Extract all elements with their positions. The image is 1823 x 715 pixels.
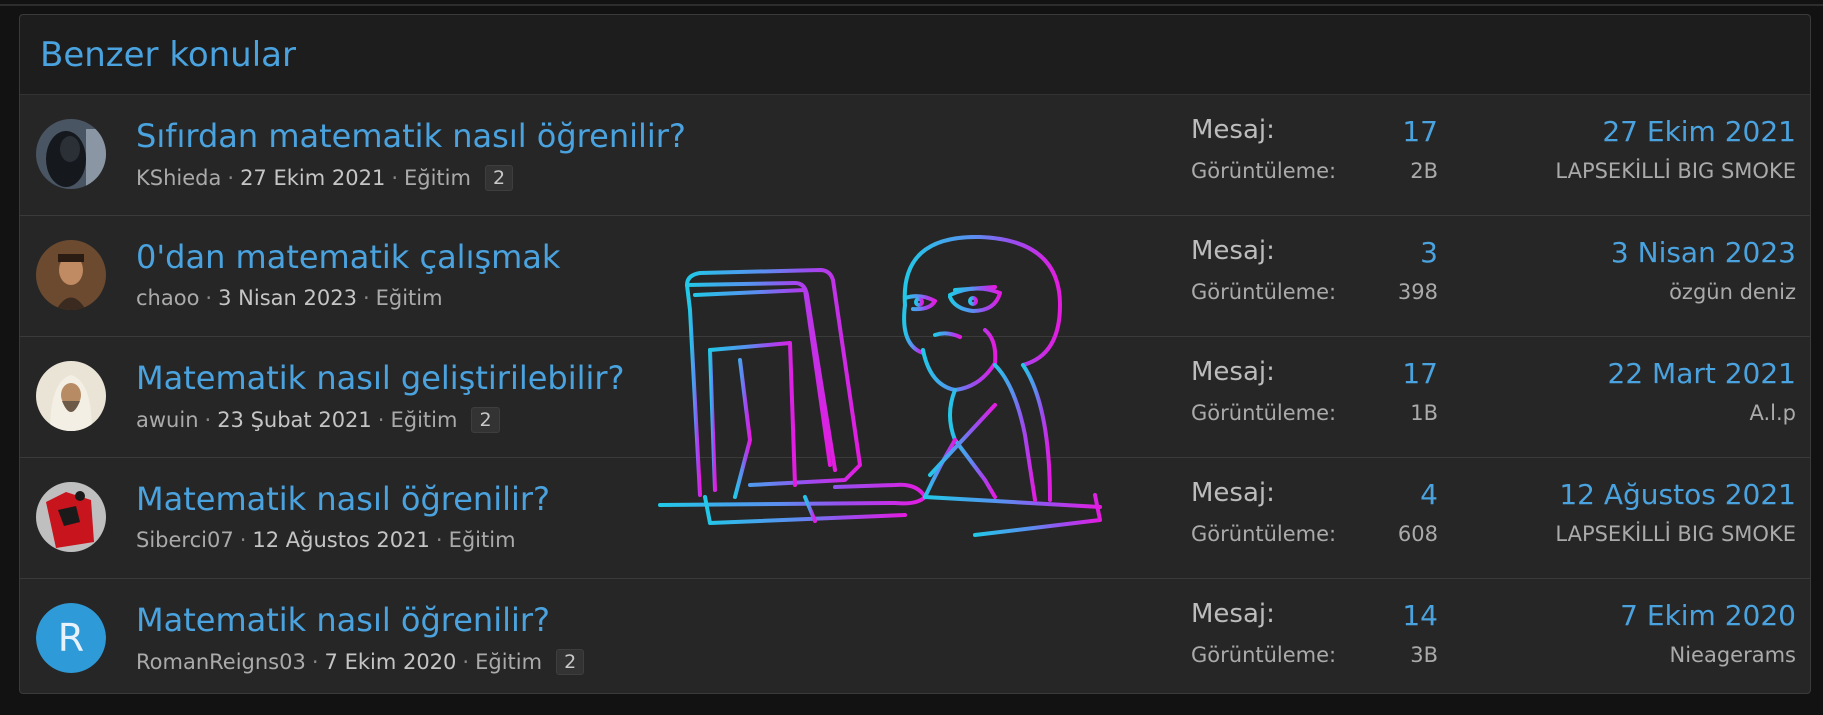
last-post-date[interactable]: 12 Ağustos 2021 [1559, 478, 1796, 511]
messages-count: 14 [1402, 599, 1438, 632]
avatar-awuin[interactable] [36, 361, 106, 431]
messages-count: 4 [1420, 478, 1438, 511]
views-label: Görüntüleme: [1191, 159, 1337, 183]
views-count: 1B [1410, 401, 1438, 425]
thread-title[interactable]: 0'dan matematik çalışmak [136, 238, 560, 276]
top-divider [0, 4, 1823, 6]
thread-forum[interactable]: Eğitim [376, 286, 443, 310]
similar-threads-panel: Benzer konular Sıfırdan matematik nasıl … [19, 14, 1811, 694]
views-count: 608 [1397, 522, 1438, 546]
avatar-kshieda[interactable] [36, 119, 106, 189]
views-label: Görüntüleme: [1191, 522, 1337, 546]
last-post-user[interactable]: LAPSEKİLLİ BIG SMOKE [1555, 522, 1796, 546]
last-post-date[interactable]: 7 Ekim 2020 [1620, 599, 1796, 632]
thread-title[interactable]: Matematik nasıl öğrenilir? [136, 601, 550, 639]
thread-row: 0'dan matematik çalışmak chaoo · 3 Nisan … [20, 216, 1810, 337]
messages-label: Mesaj: [1191, 478, 1275, 508]
thread-meta: chaoo · 3 Nisan 2023 · Eğitim [136, 286, 443, 310]
page-count-badge[interactable]: 2 [471, 407, 500, 433]
thread-date[interactable]: 12 Ağustos 2021 [252, 528, 430, 552]
messages-label: Mesaj: [1191, 236, 1275, 266]
last-post-date[interactable]: 27 Ekim 2021 [1602, 115, 1796, 148]
thread-date[interactable]: 3 Nisan 2023 [218, 286, 357, 310]
thread-author[interactable]: KShieda [136, 166, 221, 190]
thread-author[interactable]: chaoo [136, 286, 199, 310]
thread-row: Sıfırdan matematik nasıl öğrenilir? KShi… [20, 95, 1810, 216]
thread-row: Matematik nasıl geliştirilebilir? awuin ·… [20, 337, 1810, 458]
views-label: Görüntüleme: [1191, 280, 1337, 304]
thread-forum[interactable]: Eğitim [475, 650, 542, 674]
thread-meta: awuin · 23 Şubat 2021 · Eğitim 2 [136, 407, 500, 433]
thread-meta: RomanReigns03 · 7 Ekim 2020 · Eğitim 2 [136, 649, 585, 675]
thread-date[interactable]: 23 Şubat 2021 [217, 408, 372, 432]
messages-label: Mesaj: [1191, 115, 1275, 145]
views-label: Görüntüleme: [1191, 643, 1337, 667]
avatar-romanreigns03[interactable]: R [36, 603, 106, 673]
thread-row: Matematik nasıl öğrenilir? Siberci07 · 12… [20, 458, 1810, 579]
messages-count: 3 [1420, 236, 1438, 269]
last-post-user[interactable]: Nieagerams [1670, 643, 1796, 667]
thread-author[interactable]: awuin [136, 408, 199, 432]
thread-author[interactable]: Siberci07 [136, 528, 234, 552]
thread-forum[interactable]: Eğitim [404, 166, 471, 190]
messages-count: 17 [1402, 115, 1438, 148]
thread-meta: KShieda · 27 Ekim 2021 · Eğitim 2 [136, 165, 514, 191]
avatar-chaoo[interactable] [36, 240, 106, 310]
panel-header: Benzer konular [20, 15, 1810, 95]
thread-title[interactable]: Matematik nasıl geliştirilebilir? [136, 359, 625, 397]
thread-date[interactable]: 7 Ekim 2020 [325, 650, 457, 674]
thread-title[interactable]: Sıfırdan matematik nasıl öğrenilir? [136, 117, 686, 155]
thread-author[interactable]: RomanReigns03 [136, 650, 306, 674]
last-post-user[interactable]: özgün deniz [1669, 280, 1796, 304]
views-count: 398 [1397, 280, 1438, 304]
thread-meta: Siberci07 · 12 Ağustos 2021 · Eğitim [136, 528, 516, 552]
views-count: 2B [1410, 159, 1438, 183]
thread-forum[interactable]: Eğitim [390, 408, 457, 432]
thread-date[interactable]: 27 Ekim 2021 [240, 166, 385, 190]
last-post-date[interactable]: 22 Mart 2021 [1608, 357, 1797, 390]
avatar-letter: R [36, 603, 106, 673]
last-post-user[interactable]: A.l.p [1749, 401, 1796, 425]
thread-title[interactable]: Matematik nasıl öğrenilir? [136, 480, 550, 518]
messages-label: Mesaj: [1191, 357, 1275, 387]
last-post-user[interactable]: LAPSEKİLLİ BIG SMOKE [1555, 159, 1796, 183]
page-count-badge[interactable]: 2 [484, 165, 514, 191]
views-label: Görüntüleme: [1191, 401, 1337, 425]
messages-label: Mesaj: [1191, 599, 1275, 629]
last-post-date[interactable]: 3 Nisan 2023 [1611, 236, 1796, 269]
page-count-badge[interactable]: 2 [556, 649, 585, 675]
thread-row: R Matematik nasıl öğrenilir? RomanReigns… [20, 579, 1810, 699]
section-title[interactable]: Benzer konular [40, 35, 296, 75]
thread-forum[interactable]: Eğitim [449, 528, 516, 552]
views-count: 3B [1410, 643, 1438, 667]
avatar-siberci07[interactable] [36, 482, 106, 552]
messages-count: 17 [1402, 357, 1438, 390]
